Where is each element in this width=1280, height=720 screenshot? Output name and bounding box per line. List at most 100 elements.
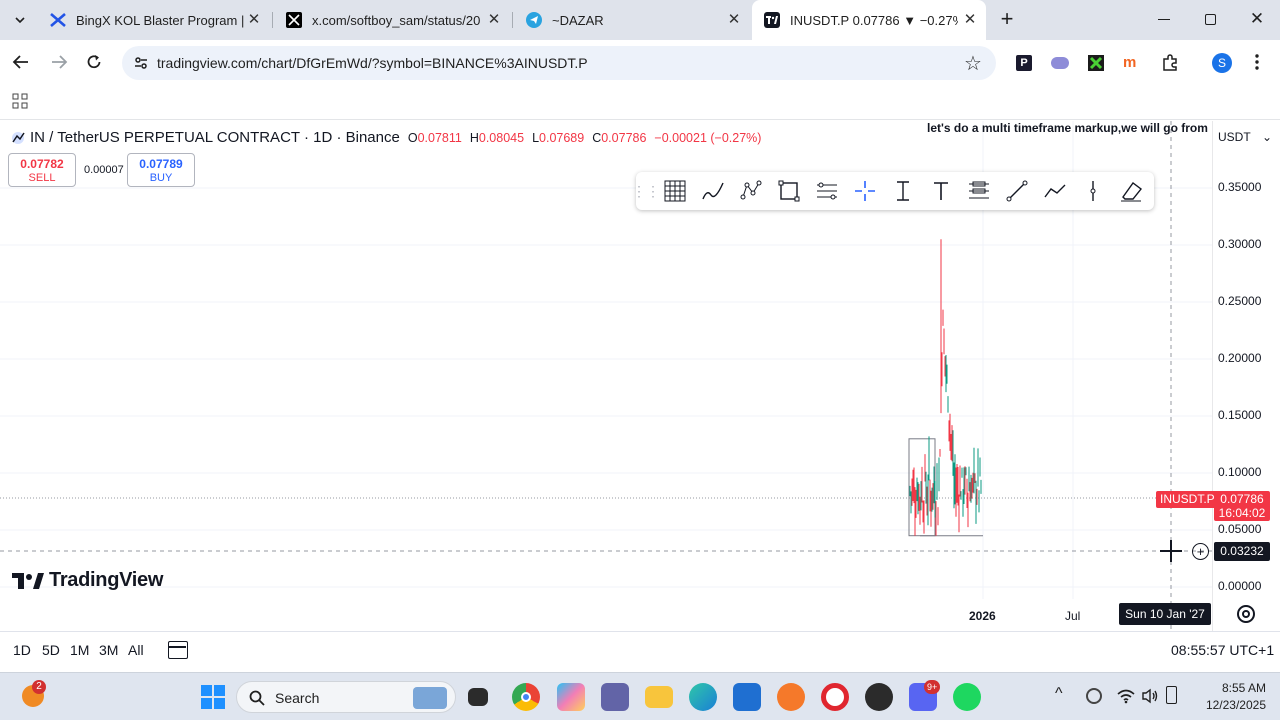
brush-tool-icon — [702, 182, 724, 200]
channel-tool-button[interactable] — [960, 172, 998, 210]
measure-tool-button[interactable] — [884, 172, 922, 210]
windows-logo-icon — [201, 685, 225, 709]
date-range-calendar-icon[interactable] — [168, 641, 188, 659]
spotify-icon[interactable] — [953, 683, 981, 711]
vertical-line-tool-button[interactable] — [1074, 172, 1112, 210]
battery-icon[interactable] — [1166, 686, 1177, 704]
symbol-logo-icon[interactable] — [10, 130, 26, 146]
profile-avatar[interactable]: S — [1212, 53, 1232, 73]
price-tick-label: 0.05000 — [1218, 522, 1262, 536]
last-price-label: 0.07786 16:04:02 — [1214, 491, 1270, 521]
ohlc-close: C0.07786 — [592, 130, 647, 145]
close-icon[interactable]: ✕ — [486, 12, 502, 28]
tab-separator — [512, 12, 513, 28]
close-icon[interactable]: ✕ — [726, 12, 742, 28]
forward-button[interactable] — [50, 53, 68, 76]
arrow-left-icon — [12, 55, 28, 69]
address-bar[interactable]: tradingview.com/chart/DfGrEmWd/?symbol=B… — [122, 46, 996, 80]
chart-settings-gear-icon[interactable] — [1237, 605, 1255, 623]
symbol-title[interactable]: IN / TetherUS PERPETUAL CONTRACT · 1D · … — [30, 129, 400, 146]
trendline-tool-button[interactable] — [998, 172, 1036, 210]
store-icon[interactable] — [733, 683, 761, 711]
sell-price: 0.07782 — [20, 157, 64, 171]
tab-title: ~DAZAR — [552, 12, 604, 28]
chevron-down-icon: ⌄ — [1261, 130, 1272, 144]
fib-tool-button[interactable] — [808, 172, 846, 210]
text-tool-button[interactable] — [922, 172, 960, 210]
rectangle-tool-icon — [778, 180, 800, 202]
notification-badge: 2 — [32, 680, 46, 694]
browser-tab-bingx[interactable]: BingX KOL Blaster Program | Ea ✕ — [38, 0, 270, 40]
minimize-button[interactable] — [1158, 19, 1170, 20]
currency-selector[interactable]: USDT ⌄ — [1214, 127, 1276, 149]
copilot-icon[interactable] — [557, 683, 585, 711]
ohlc-change: −0.00021 (−0.27%) — [654, 130, 762, 145]
vertical-line-tool-icon — [1090, 181, 1096, 201]
wifi-icon[interactable] — [1117, 688, 1135, 704]
telegram-icon — [526, 12, 542, 28]
path-tool-button[interactable] — [1036, 172, 1074, 210]
edge-icon[interactable] — [689, 683, 717, 711]
drag-handle-icon[interactable]: ⋮⋮ — [632, 172, 660, 210]
eraser-tool-button[interactable] — [1112, 172, 1150, 210]
site-info-icon[interactable] — [133, 55, 149, 71]
sell-label: SELL — [28, 172, 56, 184]
windows-taskbar: 2 Search 9+ ^ 8:55 AM 12/23/2025 — [0, 672, 1280, 720]
browser-menu-icon[interactable] — [1255, 53, 1259, 73]
tab-search-button[interactable] — [8, 8, 32, 32]
new-tab-button[interactable]: + — [996, 8, 1018, 31]
brush-tool-button[interactable] — [694, 172, 732, 210]
clock-area[interactable]: 8:55 AM 12/23/2025 — [1196, 680, 1266, 714]
file-explorer-dark-icon[interactable] — [468, 688, 488, 706]
taskbar-search-box[interactable]: Search — [236, 681, 456, 713]
start-button[interactable] — [201, 685, 225, 709]
chart-pane[interactable]: + IN / TetherUS PERPETUAL CONTRACT · 1D … — [0, 121, 1280, 631]
tradingview-logo-icon — [12, 572, 44, 589]
range-5d[interactable]: 5D — [42, 642, 60, 658]
extension-cloud-icon[interactable] — [1051, 57, 1069, 69]
restore-button[interactable] — [1205, 14, 1216, 25]
close-icon[interactable]: ✕ — [962, 12, 978, 28]
extensions-puzzle-icon[interactable] — [1161, 54, 1179, 77]
grid-tool-button[interactable] — [656, 172, 694, 210]
teams-icon[interactable] — [601, 683, 629, 711]
clock-time: 8:55 AM — [1221, 681, 1266, 695]
blender-icon[interactable] — [777, 683, 805, 711]
browser-tab-x[interactable]: x.com/softboy_sam/status/2003 ✕ — [274, 0, 510, 40]
chevron-up-icon[interactable]: ^ — [1055, 685, 1063, 703]
reload-button[interactable] — [85, 53, 103, 76]
time-axis[interactable] — [0, 599, 1212, 631]
perplexity-extension-icon[interactable]: P — [1016, 55, 1032, 71]
chrome-icon[interactable] — [512, 683, 540, 711]
browser-tab-tradingview[interactable]: INUSDT.P 0.07786 ▼ −0.27% Un ✕ — [752, 0, 986, 40]
folder-icon[interactable] — [645, 686, 673, 708]
back-button[interactable] — [12, 53, 30, 76]
range-3m[interactable]: 3M — [99, 642, 118, 658]
rectangle-tool-button[interactable] — [770, 172, 808, 210]
crosshair-tool-button[interactable] — [846, 172, 884, 210]
bookmark-star-icon[interactable]: ☆ — [964, 51, 982, 76]
sync-icon[interactable] — [1086, 688, 1102, 704]
add-alert-button[interactable]: + — [1192, 543, 1209, 560]
opera-icon[interactable] — [821, 683, 849, 711]
chart-note-text[interactable]: let's do a multi timeframe markup,we wil… — [927, 121, 1208, 135]
utc-clock[interactable]: 08:55:57 UTC+1 — [1171, 642, 1274, 658]
pattern-tool-button[interactable] — [732, 172, 770, 210]
close-icon[interactable]: ✕ — [246, 12, 262, 28]
extension-green-icon[interactable] — [1088, 55, 1104, 71]
range-1d[interactable]: 1D — [13, 642, 31, 658]
range-all[interactable]: All — [128, 642, 144, 658]
spread-value: 0.00007 — [84, 164, 124, 176]
close-window-button[interactable]: ✕ — [1249, 10, 1265, 28]
metamask-extension-icon[interactable]: m — [1123, 55, 1141, 71]
range-1m[interactable]: 1M — [70, 642, 89, 658]
path-tool-icon — [1044, 184, 1066, 198]
obs-icon[interactable] — [865, 683, 893, 711]
apps-grid-icon[interactable] — [12, 93, 28, 114]
browser-tab-telegram[interactable]: ~DAZAR ✕ — [514, 0, 750, 40]
volume-icon[interactable] — [1141, 688, 1159, 704]
brand-name: TradingView — [49, 569, 164, 591]
buy-button[interactable]: 0.07789 BUY — [127, 153, 195, 187]
tradingview-watermark[interactable]: TradingView — [12, 569, 163, 592]
sell-button[interactable]: 0.07782 SELL — [8, 153, 76, 187]
